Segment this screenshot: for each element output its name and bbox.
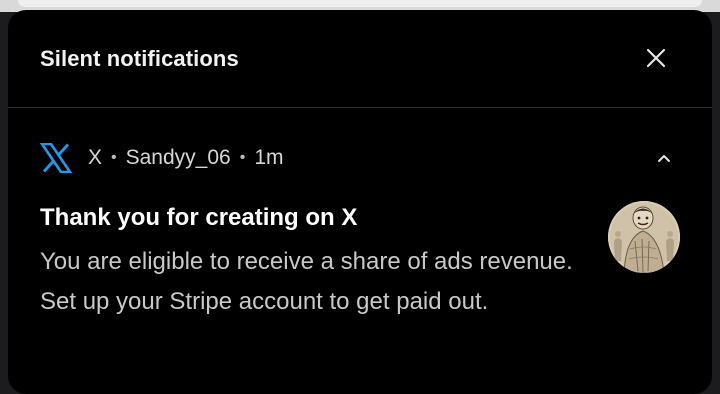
panel-header: Silent notifications bbox=[8, 10, 712, 107]
notification-meta: X • Sandyy_06 • 1m bbox=[40, 142, 284, 174]
chevron-up-icon bbox=[658, 155, 670, 162]
notification-title: Thank you for creating on X bbox=[40, 204, 358, 231]
notification-body: You are eligible to receive a share of a… bbox=[40, 248, 573, 315]
close-button[interactable] bbox=[640, 42, 672, 74]
notification-panel: Silent notifications X • Sandyy_06 • 1m bbox=[8, 10, 712, 394]
collapse-button[interactable] bbox=[652, 146, 676, 170]
account-name: Sandyy_06 bbox=[125, 146, 231, 169]
meta-separator: • bbox=[239, 149, 246, 166]
x-logo-icon bbox=[40, 143, 74, 173]
profile-avatar bbox=[608, 201, 680, 273]
app-name: X bbox=[88, 146, 103, 169]
notification-card[interactable]: X • Sandyy_06 • 1m Thank you for creatin… bbox=[8, 108, 712, 394]
background-sheet bbox=[18, 0, 702, 7]
panel-title: Silent notifications bbox=[40, 46, 239, 71]
close-icon bbox=[646, 48, 666, 68]
notification-time: 1m bbox=[254, 146, 284, 169]
meta-separator: • bbox=[111, 149, 117, 166]
